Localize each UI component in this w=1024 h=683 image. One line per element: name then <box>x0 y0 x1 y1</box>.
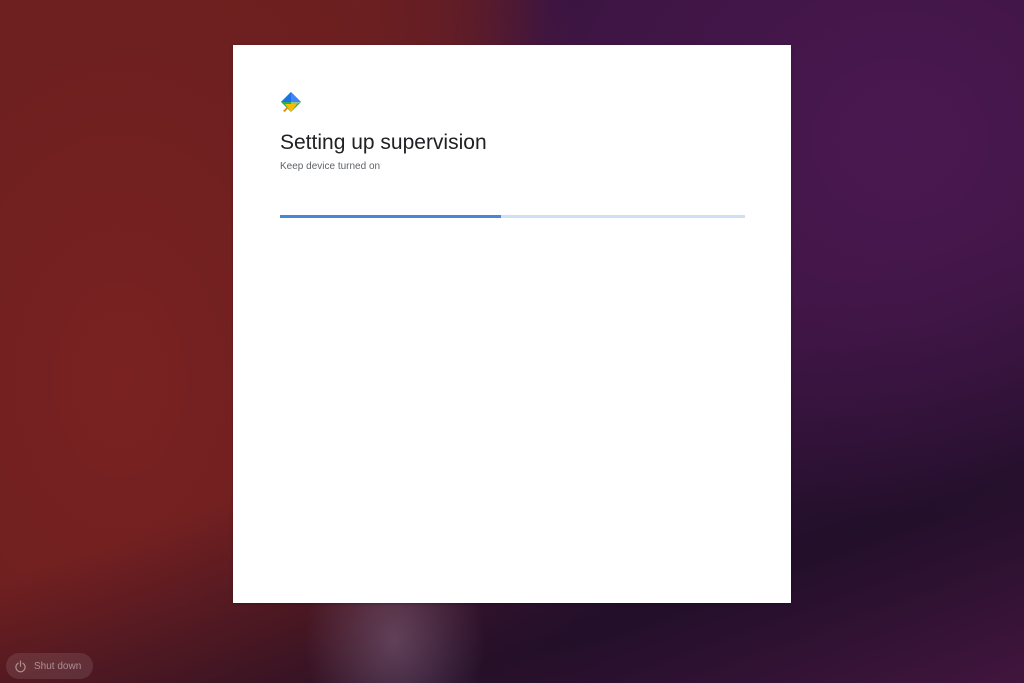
progress-bar-fill <box>280 215 501 218</box>
progress-bar <box>280 215 745 218</box>
power-icon <box>14 659 27 673</box>
family-link-logo-icon <box>280 91 302 115</box>
page-subtitle: Keep device turned on <box>280 161 381 172</box>
shutdown-button-label: Shut down <box>34 660 82 672</box>
page-title: Setting up supervision <box>280 131 487 154</box>
supervision-setup-dialog: Setting up supervision Keep device turne… <box>233 45 791 603</box>
shutdown-button[interactable]: Shut down <box>6 653 94 679</box>
